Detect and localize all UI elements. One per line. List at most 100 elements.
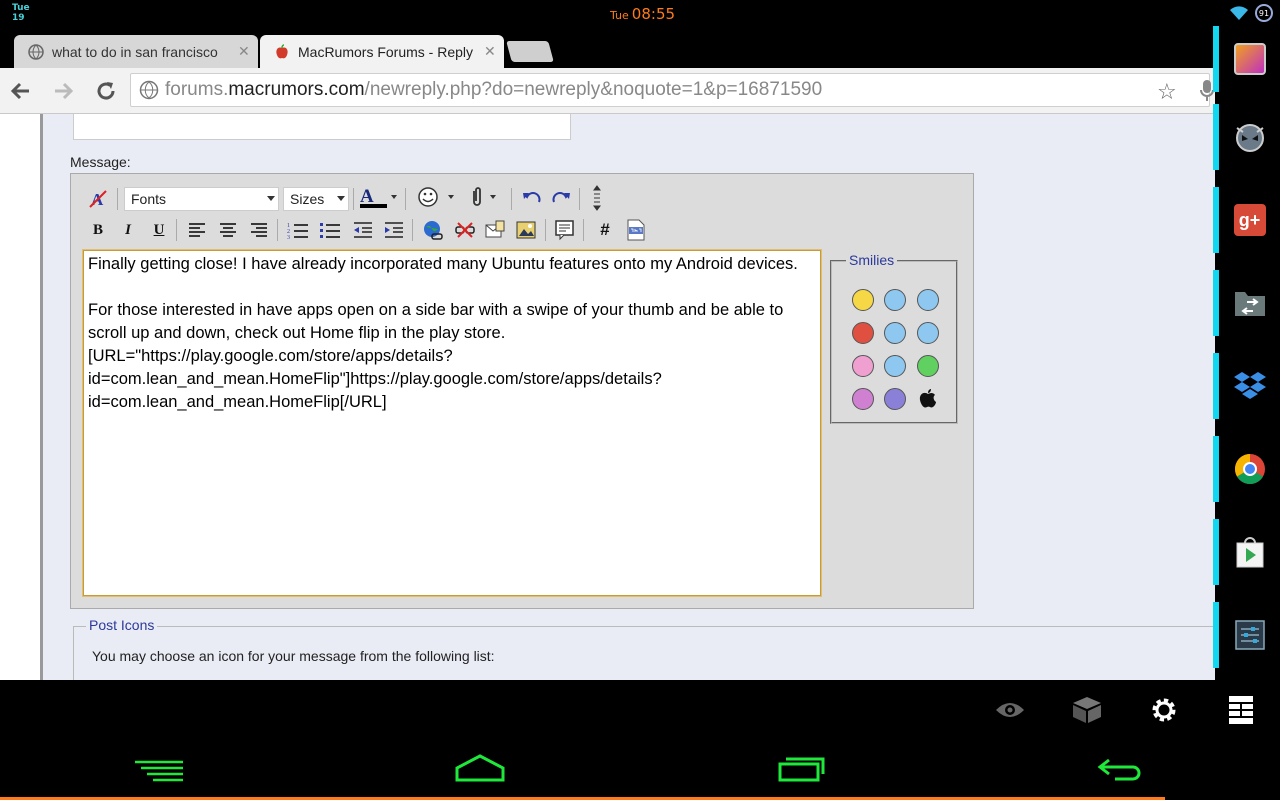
sidebar-item-settings[interactable] bbox=[1213, 602, 1280, 668]
url-path: /newreply.php?do=newreply&noquote=1&p=16… bbox=[364, 79, 823, 100]
align-right-icon[interactable] bbox=[248, 219, 270, 241]
sidebar-item-chrome[interactable] bbox=[1213, 436, 1280, 502]
page-info-icon[interactable] bbox=[139, 80, 159, 100]
package-icon[interactable] bbox=[1072, 696, 1102, 724]
quote-icon[interactable] bbox=[554, 219, 576, 241]
sizes-select[interactable]: Sizes bbox=[283, 187, 349, 211]
post-icons-legend: Post Icons bbox=[86, 617, 158, 633]
biggrin-smilie-icon[interactable] bbox=[917, 355, 939, 377]
tongue-smilie-icon[interactable] bbox=[852, 355, 874, 377]
status-bar: Tue 19 Tue 08:55 91 bbox=[0, 0, 1280, 30]
italic-button[interactable]: I bbox=[117, 219, 139, 241]
menu-icon[interactable] bbox=[133, 760, 185, 782]
mad-smilie-icon[interactable] bbox=[852, 322, 874, 344]
new-tab-button[interactable] bbox=[506, 41, 554, 62]
php-code-icon[interactable] bbox=[625, 219, 647, 241]
sidebar-item-play-store[interactable] bbox=[1213, 519, 1280, 585]
page-content: Message: A Fonts Sizes A bbox=[40, 114, 1215, 680]
navigation-bar bbox=[0, 740, 1280, 800]
remove-format-icon[interactable]: A bbox=[87, 188, 109, 210]
eye-icon[interactable] bbox=[995, 700, 1025, 720]
toolbar-separator bbox=[545, 219, 546, 241]
title-field[interactable] bbox=[73, 114, 571, 140]
svg-text:3: 3 bbox=[287, 235, 290, 240]
status-date: Tue 19 bbox=[12, 3, 30, 23]
tab-close-icon[interactable]: ✕ bbox=[484, 43, 496, 60]
bold-button[interactable]: B bbox=[87, 219, 109, 241]
url-bar[interactable]: forums. macrumors.com/newreply.php?do=new… bbox=[130, 73, 1210, 107]
fonts-select[interactable]: Fonts bbox=[124, 187, 279, 211]
sidebar-item-google-plus[interactable]: g+ bbox=[1213, 187, 1280, 253]
gear-icon[interactable] bbox=[1150, 696, 1178, 724]
toolbar-separator bbox=[583, 219, 584, 241]
unordered-list-icon[interactable] bbox=[319, 219, 341, 241]
message-line-3: For those interested in have apps open o… bbox=[88, 301, 788, 342]
message-line-4: [URL="https://play.google.com/store/apps… bbox=[88, 347, 662, 411]
insert-image-icon[interactable] bbox=[515, 219, 537, 241]
toolbar-separator bbox=[277, 219, 278, 241]
tab-strip: what to do in san francisco ✕ MacRumors … bbox=[0, 30, 1215, 68]
tab-san-francisco[interactable]: what to do in san francisco ✕ bbox=[14, 35, 258, 68]
message-textarea[interactable]: Finally getting close! I have already in… bbox=[83, 250, 821, 596]
dropdown-arrow-icon bbox=[337, 196, 345, 201]
insert-smilie-icon[interactable] bbox=[416, 186, 458, 208]
menu-grid-icon[interactable] bbox=[1228, 695, 1254, 725]
eek-smilie-icon[interactable] bbox=[917, 289, 939, 311]
cool-smilie-icon[interactable] bbox=[917, 322, 939, 344]
browser-toolbar: forums. macrumors.com/newreply.php?do=new… bbox=[0, 68, 1215, 114]
wink-smilie-icon[interactable] bbox=[884, 355, 906, 377]
file-manager-icon bbox=[1234, 292, 1265, 316]
confused-smilie-icon[interactable] bbox=[884, 289, 906, 311]
underline-button[interactable]: U bbox=[148, 219, 170, 241]
indent-icon[interactable] bbox=[383, 219, 405, 241]
url-prefix: forums. bbox=[165, 79, 229, 100]
text-color-icon[interactable]: A bbox=[359, 186, 399, 208]
status-date-number: 19 bbox=[12, 13, 25, 23]
status-clock-day: Tue bbox=[610, 9, 629, 22]
redface-smilie-icon[interactable] bbox=[852, 388, 874, 410]
recent-apps-icon[interactable] bbox=[777, 754, 827, 782]
sidebar-item-file-manager[interactable] bbox=[1213, 270, 1280, 336]
tab-close-icon[interactable]: ✕ bbox=[238, 43, 250, 60]
home-icon[interactable] bbox=[454, 754, 506, 782]
bookmark-star-icon[interactable]: ☆ bbox=[1157, 80, 1177, 105]
remove-link-icon[interactable] bbox=[454, 219, 476, 241]
reload-icon[interactable] bbox=[93, 78, 119, 104]
attachment-icon[interactable] bbox=[464, 186, 500, 208]
message-editor: A Fonts Sizes A bbox=[70, 173, 974, 609]
align-center-icon[interactable] bbox=[217, 219, 239, 241]
globe-icon bbox=[28, 43, 44, 60]
apple-smilie-icon[interactable] bbox=[918, 388, 938, 410]
undo-icon[interactable] bbox=[521, 187, 543, 209]
tab-macrumors-reply[interactable]: MacRumors Forums - Reply ✕ bbox=[260, 35, 504, 68]
message-label: Message: bbox=[70, 154, 131, 170]
toolbar-separator bbox=[405, 188, 406, 210]
insert-email-icon[interactable] bbox=[484, 219, 506, 241]
back-nav-icon[interactable] bbox=[1097, 756, 1143, 782]
sidebar-item-gallery[interactable] bbox=[1213, 26, 1280, 92]
tab-label: MacRumors Forums - Reply bbox=[298, 43, 474, 60]
smile-smilie-icon[interactable] bbox=[852, 289, 874, 311]
alien-icon bbox=[1235, 124, 1264, 152]
sidebar-item-dropbox[interactable] bbox=[1213, 353, 1280, 419]
rolleyes-smilie-icon[interactable] bbox=[884, 322, 906, 344]
frown-smilie-icon[interactable] bbox=[884, 388, 906, 410]
sidebar-item-alien[interactable] bbox=[1213, 104, 1280, 170]
google-plus-icon: g+ bbox=[1233, 204, 1266, 236]
toolbar-separator bbox=[511, 188, 512, 210]
redo-icon[interactable] bbox=[550, 187, 572, 209]
outdent-icon[interactable] bbox=[352, 219, 374, 241]
settings-sliders-icon bbox=[1234, 620, 1265, 650]
resize-editor-icon[interactable] bbox=[586, 185, 608, 211]
microphone-icon[interactable] bbox=[1200, 80, 1214, 102]
status-date-day: Tue bbox=[12, 3, 30, 13]
toolbar-separator bbox=[412, 219, 413, 241]
code-button[interactable]: # bbox=[594, 219, 616, 241]
toolbar-separator bbox=[579, 188, 580, 210]
back-icon[interactable] bbox=[8, 78, 34, 104]
align-left-icon[interactable] bbox=[186, 219, 208, 241]
forward-icon[interactable] bbox=[50, 78, 76, 104]
ordered-list-icon[interactable]: 123 bbox=[287, 219, 309, 241]
insert-link-icon[interactable] bbox=[422, 219, 444, 241]
status-clock: Tue 08:55 bbox=[610, 5, 675, 23]
